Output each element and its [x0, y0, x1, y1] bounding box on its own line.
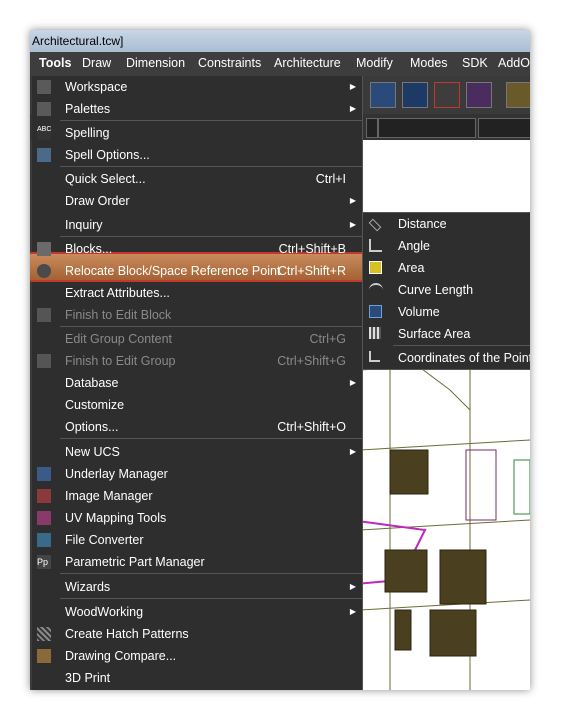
workspace-icon: [37, 80, 51, 94]
menu-item-edit-group-content[interactable]: Edit Group Content Ctrl+G: [32, 328, 362, 350]
uv-mapping-icon: [37, 511, 51, 525]
chevron-right-icon: ▶: [349, 447, 356, 456]
compare-icon: [37, 649, 51, 663]
menu-item-database[interactable]: Database ▶: [32, 372, 362, 394]
chevron-right-icon: ▶: [349, 104, 356, 113]
area-icon: [369, 261, 382, 274]
chevron-right-icon: ▶: [349, 220, 356, 229]
menu-separator: [60, 120, 362, 121]
menu-item-customize[interactable]: Customize: [32, 394, 362, 416]
curve-length-icon: [369, 283, 383, 299]
menu-item-woodworking[interactable]: WoodWorking ▶: [32, 601, 362, 623]
inquiry-submenu: Distance Angle Area Curve Length Volume …: [362, 212, 530, 370]
parametric-icon: Pp: [37, 555, 51, 569]
menu-item-wizards[interactable]: Wizards ▶: [32, 576, 362, 598]
submenu-item-volume[interactable]: Volume: [363, 301, 530, 323]
menu-item-extract-attributes[interactable]: Extract Attributes...: [32, 282, 362, 304]
menu-item-options[interactable]: Options... Ctrl+Shift+O: [32, 416, 362, 438]
finish-group-icon: [37, 354, 51, 368]
menu-item-file-converter[interactable]: File Converter: [32, 529, 362, 551]
blocks-icon: [37, 242, 51, 256]
menu-item-draw-order[interactable]: Draw Order ▶: [32, 190, 362, 212]
file-converter-icon: [37, 533, 51, 547]
spelling-icon: ABC: [37, 126, 51, 140]
app-window: Architectural.tcw] Tools Draw Dimension …: [30, 30, 530, 690]
palettes-icon: [37, 102, 51, 116]
coordinates-icon: [369, 351, 380, 362]
menu-item-spelling[interactable]: ABC Spelling: [32, 122, 362, 144]
menu-separator: [60, 438, 362, 439]
menu-item-finish-edit-group[interactable]: Finish to Edit Group Ctrl+Shift+G: [32, 350, 362, 372]
menu-item-relocate-block[interactable]: Relocate Block/Space Reference Point Ctr…: [32, 260, 362, 282]
menu-separator: [60, 598, 362, 599]
menu-separator: [60, 236, 362, 237]
menu-item-spell-options[interactable]: Spell Options...: [32, 144, 362, 166]
menu-item-create-hatch-patterns[interactable]: Create Hatch Patterns: [32, 623, 362, 645]
image-manager-icon: [37, 489, 51, 503]
submenu-item-area[interactable]: Area: [363, 257, 530, 279]
submenu-item-surface-area[interactable]: Surface Area: [363, 323, 530, 345]
chevron-right-icon: ▶: [349, 582, 356, 591]
menu-item-workspace[interactable]: Workspace ▶: [32, 76, 362, 98]
spell-options-icon: [37, 148, 51, 162]
distance-icon: [368, 218, 382, 232]
relocate-icon: [37, 264, 51, 278]
menu-separator: [60, 573, 362, 574]
menu-item-underlay-manager[interactable]: Underlay Manager: [32, 463, 362, 485]
finish-block-icon: [37, 308, 51, 322]
menu-item-inquiry[interactable]: Inquiry ▶: [32, 214, 362, 236]
angle-icon: [369, 239, 382, 252]
chevron-right-icon: ▶: [349, 82, 356, 91]
menu-item-quick-select[interactable]: Quick Select... Ctrl+I: [32, 168, 362, 190]
menu-item-new-ucs[interactable]: New UCS ▶: [32, 441, 362, 463]
menu-item-palettes[interactable]: Palettes ▶: [32, 98, 362, 120]
menu-separator: [60, 326, 362, 327]
submenu-item-coordinates[interactable]: Coordinates of the Point: [363, 347, 530, 369]
tools-menu: Workspace ▶ Palettes ▶ ABC Spelling Spel…: [30, 76, 370, 690]
menu-separator: [60, 166, 362, 167]
submenu-item-distance[interactable]: Distance: [363, 213, 530, 235]
hatch-icon: [37, 627, 51, 641]
menu-item-parametric-part-manager[interactable]: Pp Parametric Part Manager: [32, 551, 362, 573]
menu-item-finish-edit-block[interactable]: Finish to Edit Block: [32, 304, 362, 326]
surface-area-icon: [369, 327, 381, 339]
underlay-icon: [37, 467, 51, 481]
menu-item-uv-mapping[interactable]: UV Mapping Tools: [32, 507, 362, 529]
chevron-right-icon: ▶: [349, 196, 356, 205]
menu-item-blocks[interactable]: Blocks... Ctrl+Shift+B: [32, 238, 362, 260]
menu-item-image-manager[interactable]: Image Manager: [32, 485, 362, 507]
chevron-right-icon: ▶: [349, 607, 356, 616]
menu-item-3d-print[interactable]: 3D Print: [32, 667, 362, 689]
chevron-right-icon: ▶: [349, 378, 356, 387]
submenu-item-curve-length[interactable]: Curve Length: [363, 279, 530, 301]
menu-item-drawing-compare[interactable]: Drawing Compare...: [32, 645, 362, 667]
menu-separator: [393, 345, 530, 346]
volume-icon: [369, 305, 382, 318]
submenu-item-angle[interactable]: Angle: [363, 235, 530, 257]
